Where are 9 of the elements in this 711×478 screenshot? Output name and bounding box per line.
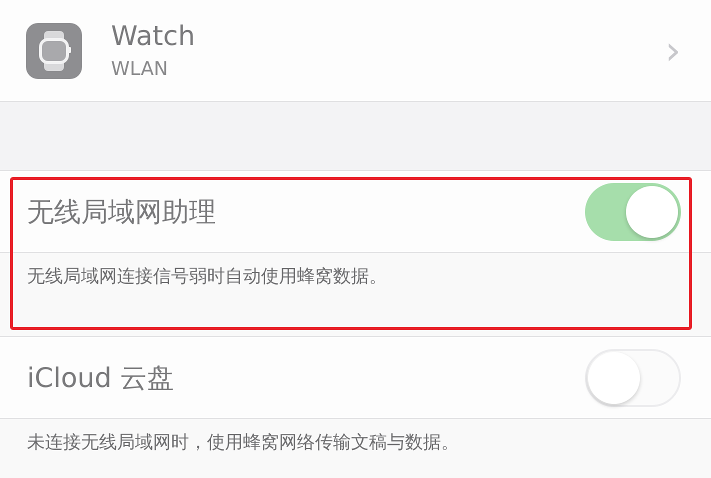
settings-row[interactable]: Watch WLAN › [0, 0, 711, 102]
watch-icon [26, 22, 82, 78]
chevron-icon: › [665, 30, 681, 70]
setting-label: 无线局域网助理 [27, 196, 216, 230]
footer-note: 无线局域网连接信号弱时自动使用蜂窝数据。 [27, 266, 387, 287]
footer-note: 未连接无线局域网时，使用蜂窝网络传输文稿与数据。 [27, 432, 459, 453]
setting-label: iCloud 云盘 [27, 362, 174, 396]
row-subtitle: WLAN [111, 58, 170, 80]
row-title: Watch [111, 21, 196, 52]
